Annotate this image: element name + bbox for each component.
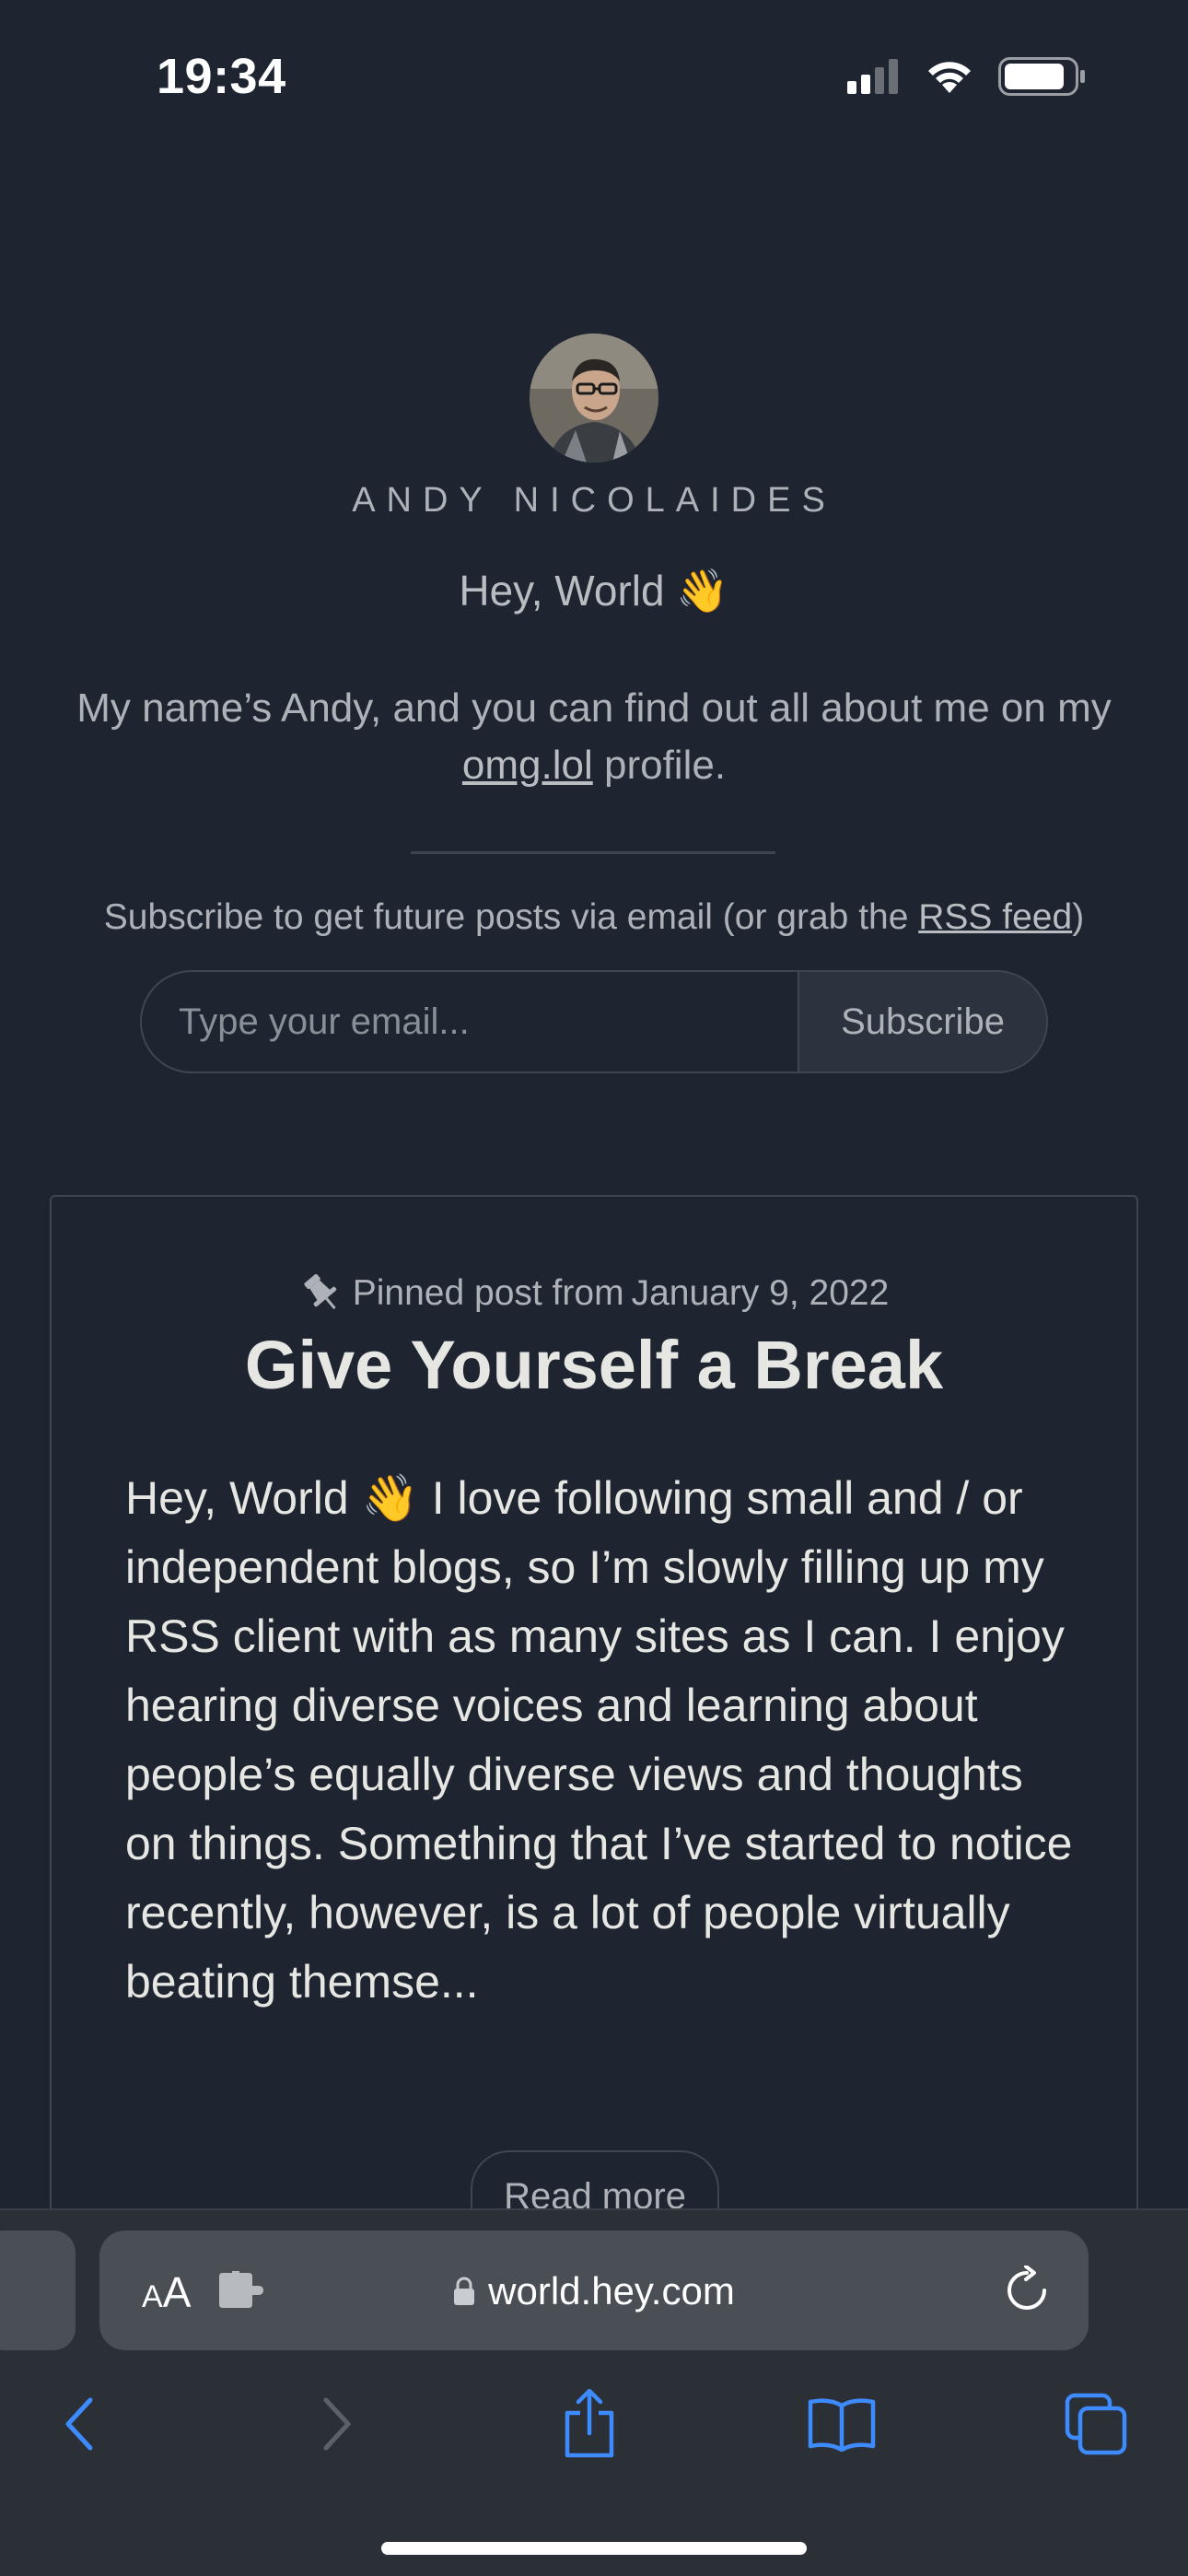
reload-icon[interactable] bbox=[1002, 2266, 1052, 2315]
wifi-icon bbox=[928, 62, 971, 93]
intro-paragraph: My name’s Andy, and you can find out all… bbox=[55, 680, 1133, 794]
author-avatar[interactable] bbox=[530, 334, 658, 463]
share-icon bbox=[565, 2389, 614, 2458]
previous-tab-pill[interactable] bbox=[0, 2231, 76, 2350]
avatar-photo bbox=[530, 334, 658, 463]
post-excerpt: Hey, World 👋 I love following small and … bbox=[125, 1472, 1073, 2008]
greeting-heading: Hey, World 👋 bbox=[459, 567, 729, 615]
subscribe-text: Subscribe to get future posts via email … bbox=[0, 897, 1188, 938]
bookmarks-icon bbox=[808, 2398, 876, 2452]
back-button[interactable] bbox=[42, 2387, 116, 2461]
browser-bottom-chrome: AA world.hey.com bbox=[0, 2208, 1188, 2576]
browser-toolbar bbox=[0, 2387, 1188, 2461]
subscribe-button[interactable]: Subscribe bbox=[798, 972, 1046, 1071]
divider bbox=[411, 851, 775, 854]
url-display[interactable]: world.hey.com bbox=[99, 2269, 1089, 2313]
email-input[interactable] bbox=[142, 972, 798, 1071]
tabs-icon bbox=[1065, 2393, 1127, 2455]
back-icon bbox=[65, 2397, 93, 2451]
intro-text-end: profile. bbox=[592, 743, 727, 788]
pin-icon bbox=[304, 1273, 336, 1310]
home-indicator bbox=[381, 2542, 807, 2555]
omg-lol-link[interactable]: omg.lol bbox=[462, 743, 593, 788]
pinned-post-card: Pinned post from January 9, 2022 Give Yo… bbox=[50, 1195, 1138, 2228]
subscribe-text-end: ) bbox=[1072, 897, 1085, 937]
address-bar[interactable]: AA world.hey.com bbox=[99, 2231, 1089, 2350]
status-time: 19:34 bbox=[157, 49, 286, 104]
tabs-button[interactable] bbox=[1059, 2387, 1133, 2461]
status-bar: 19:34 bbox=[0, 0, 1188, 157]
subscribe-form: Subscribe bbox=[140, 970, 1048, 1073]
lock-icon bbox=[454, 2277, 475, 2305]
pinned-post-meta: Pinned post from January 9, 2022 bbox=[52, 1270, 1136, 1317]
forward-icon bbox=[323, 2397, 351, 2451]
battery-icon bbox=[998, 57, 1085, 96]
share-button[interactable] bbox=[553, 2387, 626, 2461]
pinned-label: Pinned post from bbox=[352, 1273, 624, 1313]
url-text: world.hey.com bbox=[488, 2269, 735, 2313]
cellular-signal-icon bbox=[847, 59, 898, 94]
rss-feed-link[interactable]: RSS feed bbox=[918, 897, 1072, 937]
subscribe-text-start: Subscribe to get future posts via email … bbox=[103, 897, 919, 937]
post-title[interactable]: Give Yourself a Break bbox=[52, 1326, 1136, 1404]
author-name[interactable]: ANDY NICOLAIDES bbox=[0, 481, 1188, 521]
post-date: January 9, 2022 bbox=[631, 1273, 890, 1313]
intro-text: My name’s Andy, and you can find out all… bbox=[76, 685, 1112, 731]
bookmarks-button[interactable] bbox=[805, 2387, 879, 2461]
status-icons bbox=[847, 57, 1087, 96]
forward-button[interactable] bbox=[300, 2387, 374, 2461]
